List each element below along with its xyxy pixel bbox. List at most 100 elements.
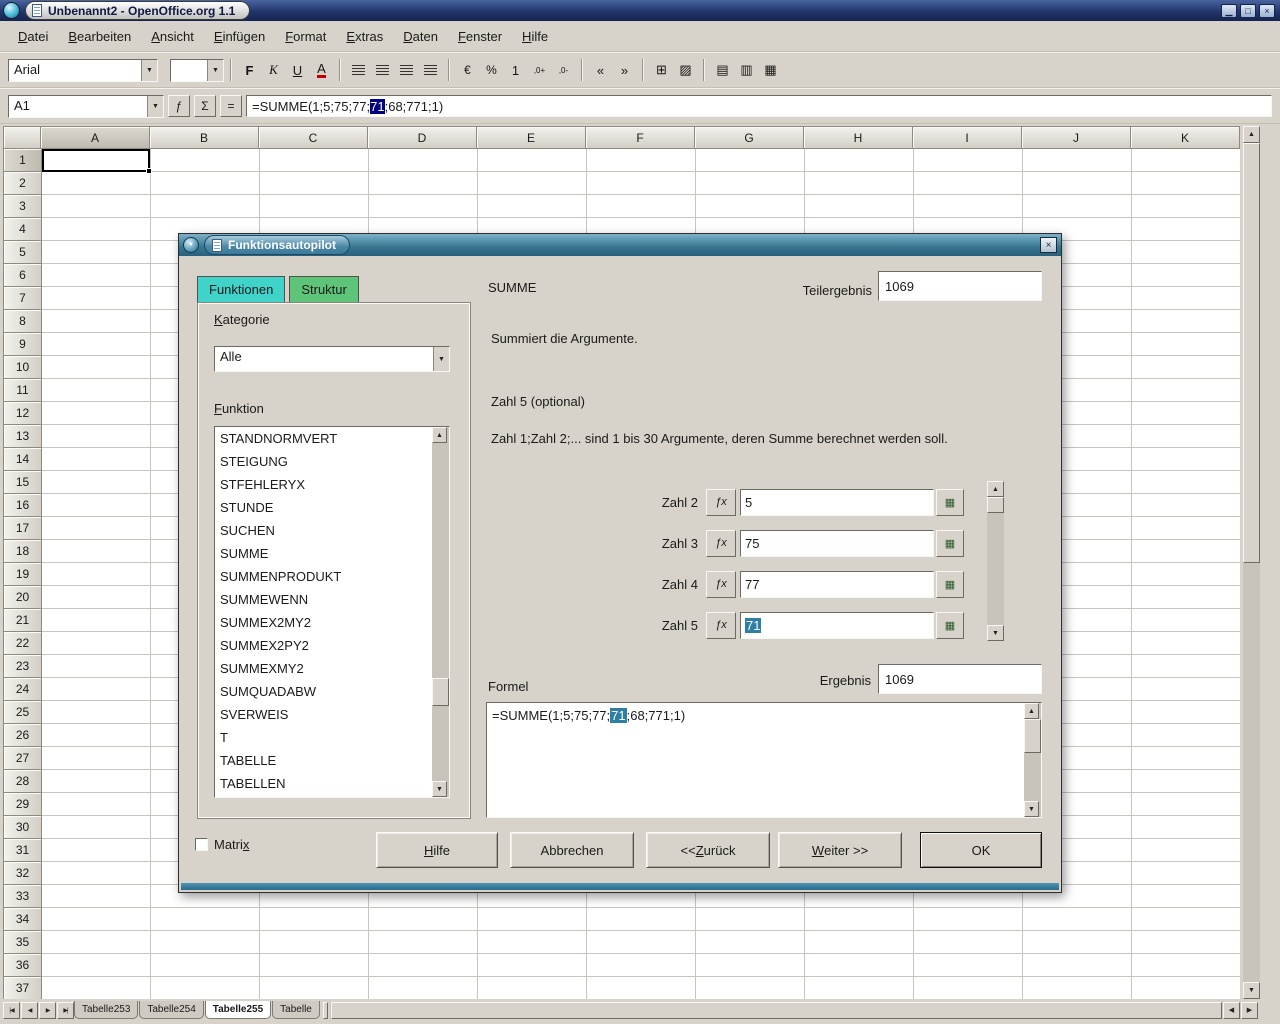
scroll-left-icon[interactable]: ◀ [1223,1002,1240,1019]
fx-button[interactable]: ƒx [706,489,736,516]
argument-input-zahl4[interactable]: 77 [740,571,934,598]
number-format-standard-icon[interactable]: 1 [504,59,527,82]
shrink-icon[interactable]: ▦ [936,489,964,516]
function-list-item[interactable]: TABELLE [215,749,449,772]
category-value[interactable]: Alle [215,347,433,371]
sheet-tab-truncated[interactable]: Tabelle [272,1001,320,1019]
function-button[interactable]: = [220,95,242,117]
scroll-up-icon[interactable]: ▲ [432,427,447,443]
sheet-tab-tabelle255-active[interactable]: Tabelle255 [205,1001,271,1019]
row-header[interactable]: 35 [4,931,42,954]
column-header[interactable]: G [695,127,804,149]
vertical-scrollbar[interactable]: ▲ ▼ [1243,126,1260,999]
column-header[interactable]: D [368,127,477,149]
menu-item[interactable]: Bearbeiten [58,24,141,49]
font-name-combo[interactable]: Arial ▼ [8,59,158,82]
column-header[interactable]: F [586,127,695,149]
dropdown-arrow-icon[interactable]: ▼ [433,347,449,371]
select-all-corner[interactable] [4,127,41,149]
align-middle-icon[interactable]: ▥ [735,59,758,82]
formula-editor-scrollbar[interactable]: ▲ ▼ [1024,703,1041,817]
row-header[interactable]: 19 [4,563,42,586]
row-header[interactable]: 31 [4,839,42,862]
scroll-down-icon[interactable]: ▼ [432,781,447,797]
shrink-icon[interactable]: ▦ [936,571,964,598]
column-header[interactable]: B [150,127,259,149]
column-header[interactable]: J [1022,127,1131,149]
number-format-percent-icon[interactable]: % [480,59,503,82]
row-header[interactable]: 12 [4,402,42,425]
align-top-icon[interactable]: ▤ [711,59,734,82]
row-header[interactable]: 32 [4,862,42,885]
underline-icon[interactable]: U [286,59,309,82]
bold-icon[interactable]: F [238,59,261,82]
column-header[interactable]: E [477,127,586,149]
function-list-item[interactable]: STUNDE [215,496,449,519]
align-right-icon[interactable] [395,59,418,82]
row-header[interactable]: 13 [4,425,42,448]
function-list-item[interactable]: SVERWEIS [215,703,449,726]
maximize-icon[interactable]: □ [1240,4,1256,18]
cancel-button[interactable]: Abbrechen [510,832,634,868]
menu-item[interactable]: Einfügen [204,24,275,49]
dropdown-arrow-icon[interactable]: ▼ [147,96,163,117]
window-menu-icon[interactable] [3,2,20,19]
menu-item[interactable]: Format [275,24,336,49]
first-sheet-button[interactable]: |◀ [3,1002,20,1019]
next-button[interactable]: Weiter >> [778,832,902,868]
selection-fill-handle[interactable] [146,168,152,174]
horizontal-scrollbar[interactable]: ◀ ▶ [330,1002,1258,1019]
vertical-scrollbar-thumb[interactable] [1243,143,1260,563]
column-header[interactable]: C [259,127,368,149]
menu-item[interactable]: Ansicht [141,24,204,49]
fx-button[interactable]: ƒx [706,530,736,557]
cell-reference-box[interactable]: A1 ▼ [8,95,164,118]
column-header[interactable]: K [1131,127,1240,149]
close-icon[interactable]: × [1259,4,1275,18]
function-list-item[interactable]: STEIGUNG [215,450,449,473]
function-list-item[interactable]: SUCHEN [215,519,449,542]
row-header[interactable]: 23 [4,655,42,678]
tab-struktur[interactable]: Struktur [289,276,359,302]
shrink-icon[interactable]: ▦ [936,612,964,639]
scroll-up-icon[interactable]: ▲ [1024,703,1039,719]
background-color-icon[interactable]: ▨ [674,59,697,82]
row-header[interactable]: 29 [4,793,42,816]
menu-item[interactable]: Daten [393,24,448,49]
function-list-item[interactable]: STFEHLERYX [215,473,449,496]
function-list-item[interactable]: SUMMEWENN [215,588,449,611]
row-header[interactable]: 10 [4,356,42,379]
number-format-currency-icon[interactable]: € [456,59,479,82]
help-button[interactable]: Hilfe [376,832,498,868]
row-header[interactable]: 18 [4,540,42,563]
align-left-icon[interactable] [347,59,370,82]
sheet-tab-tabelle254[interactable]: Tabelle254 [139,1001,203,1019]
function-list-item[interactable]: SUMMENPRODUKT [215,565,449,588]
scroll-down-icon[interactable]: ▼ [1024,801,1039,817]
back-button[interactable]: << Zurück [646,832,770,868]
row-header[interactable]: 28 [4,770,42,793]
cell-reference-value[interactable]: A1 [9,96,147,117]
minimize-icon[interactable]: ▁ [1221,4,1237,18]
function-list-item[interactable]: T [215,726,449,749]
arguments-scrollbar[interactable]: ▲ ▼ [987,481,1004,641]
column-header[interactable]: H [804,127,913,149]
font-name-value[interactable]: Arial [9,60,141,81]
argument-input-zahl2[interactable]: 5 [740,489,934,516]
borders-icon[interactable]: ⊞ [650,59,673,82]
scroll-down-icon[interactable]: ▼ [987,625,1004,641]
scroll-down-icon[interactable]: ▼ [1243,982,1260,999]
formula-editor-scrollbar-thumb[interactable] [1024,719,1041,753]
row-header[interactable]: 33 [4,885,42,908]
function-list-item[interactable]: SUMMEX2MY2 [215,611,449,634]
function-list-item[interactable]: TABELLEN [215,772,449,795]
shrink-icon[interactable]: ▦ [936,530,964,557]
horizontal-scrollbar-thumb[interactable] [331,1002,1222,1019]
align-bottom-icon[interactable]: ▦ [759,59,782,82]
dialog-titlebar[interactable]: ▼ Funktionsautopilot × [179,234,1061,256]
row-header[interactable]: 30 [4,816,42,839]
menu-item[interactable]: Datei [8,24,58,49]
row-header[interactable]: 16 [4,494,42,517]
matrix-checkbox[interactable] [195,838,208,851]
row-header[interactable]: 7 [4,287,42,310]
